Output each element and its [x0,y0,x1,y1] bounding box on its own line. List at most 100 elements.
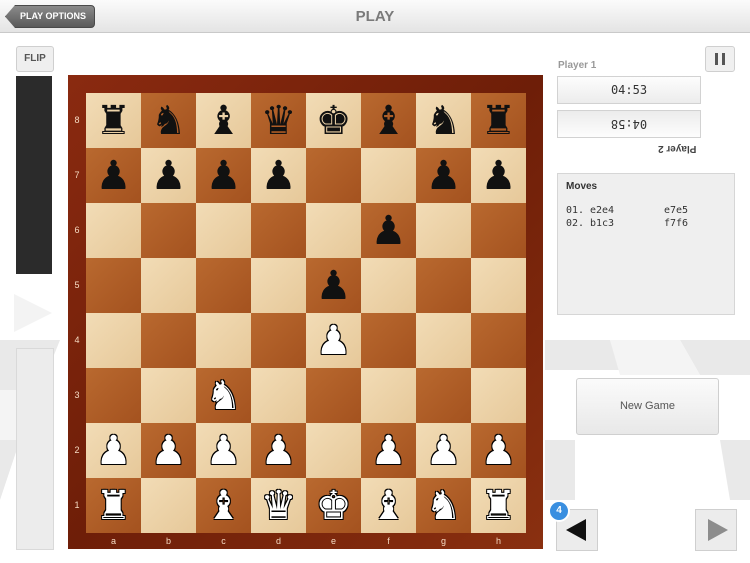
square-b6[interactable] [141,203,196,258]
square-b2[interactable]: ♟ [141,423,196,478]
white-pawn-icon[interactable]: ♟ [96,431,132,471]
black-bishop-icon[interactable]: ♝ [371,101,407,141]
black-pawn-icon[interactable]: ♟ [261,156,297,196]
square-f2[interactable]: ♟ [361,423,416,478]
square-c8[interactable]: ♝ [196,93,251,148]
square-a2[interactable]: ♟ [86,423,141,478]
white-bishop-icon[interactable]: ♝ [206,486,242,526]
square-d6[interactable] [251,203,306,258]
white-knight-icon[interactable]: ♞ [206,376,242,416]
black-queen-icon[interactable]: ♛ [261,101,297,141]
white-bishop-icon[interactable]: ♝ [371,486,407,526]
square-b8[interactable]: ♞ [141,93,196,148]
square-h2[interactable]: ♟ [471,423,526,478]
white-pawn-icon[interactable]: ♟ [371,431,407,471]
white-pawn-icon[interactable]: ♟ [316,321,352,361]
square-e1[interactable]: ♚ [306,478,361,533]
square-h5[interactable] [471,258,526,313]
square-e4[interactable]: ♟ [306,313,361,368]
white-pawn-icon[interactable]: ♟ [151,431,187,471]
black-pawn-icon[interactable]: ♟ [371,211,407,251]
square-a8[interactable]: ♜ [86,93,141,148]
square-g2[interactable]: ♟ [416,423,471,478]
square-d5[interactable] [251,258,306,313]
square-h7[interactable]: ♟ [471,148,526,203]
square-f1[interactable]: ♝ [361,478,416,533]
black-rook-icon[interactable]: ♜ [481,101,517,141]
square-a6[interactable] [86,203,141,258]
square-e7[interactable] [306,148,361,203]
black-knight-icon[interactable]: ♞ [151,101,187,141]
square-f6[interactable]: ♟ [361,203,416,258]
square-c1[interactable]: ♝ [196,478,251,533]
square-d8[interactable]: ♛ [251,93,306,148]
square-b1[interactable] [141,478,196,533]
square-g7[interactable]: ♟ [416,148,471,203]
black-king-icon[interactable]: ♚ [316,101,352,141]
square-g6[interactable] [416,203,471,258]
square-d4[interactable] [251,313,306,368]
square-d1[interactable]: ♛ [251,478,306,533]
square-b4[interactable] [141,313,196,368]
black-rook-icon[interactable]: ♜ [96,101,132,141]
square-a5[interactable] [86,258,141,313]
square-c2[interactable]: ♟ [196,423,251,478]
square-f5[interactable] [361,258,416,313]
white-queen-icon[interactable]: ♛ [261,486,297,526]
black-pawn-icon[interactable]: ♟ [316,266,352,306]
square-c3[interactable]: ♞ [196,368,251,423]
square-g5[interactable] [416,258,471,313]
square-b7[interactable]: ♟ [141,148,196,203]
square-d3[interactable] [251,368,306,423]
square-f8[interactable]: ♝ [361,93,416,148]
white-pawn-icon[interactable]: ♟ [261,431,297,471]
black-pawn-icon[interactable]: ♟ [481,156,517,196]
white-pawn-icon[interactable]: ♟ [426,431,462,471]
square-f3[interactable] [361,368,416,423]
white-rook-icon[interactable]: ♜ [481,486,517,526]
square-g3[interactable] [416,368,471,423]
chess-board[interactable]: ♜ ♞ ♝ ♛ ♚ ♝ ♞ ♜ ♟ ♟ ♟ ♟ ♟ ♟ ♟ ♟ ♟ ♞ ♟ ♟ ♟ ♟ ♟ ♟ ♟ ♜ ♝ ♛ ♚ ♝ ♞ ♜ [86,93,526,533]
square-a1[interactable]: ♜ [86,478,141,533]
white-pawn-icon[interactable]: ♟ [206,431,242,471]
square-g1[interactable]: ♞ [416,478,471,533]
white-rook-icon[interactable]: ♜ [96,486,132,526]
square-d7[interactable]: ♟ [251,148,306,203]
square-e6[interactable] [306,203,361,258]
flip-board-button[interactable]: FLIP [16,46,54,72]
square-g4[interactable] [416,313,471,368]
square-d2[interactable]: ♟ [251,423,306,478]
black-knight-icon[interactable]: ♞ [426,101,462,141]
square-f4[interactable] [361,313,416,368]
black-bishop-icon[interactable]: ♝ [206,101,242,141]
black-pawn-icon[interactable]: ♟ [151,156,187,196]
square-b5[interactable] [141,258,196,313]
square-e8[interactable]: ♚ [306,93,361,148]
square-c7[interactable]: ♟ [196,148,251,203]
square-b3[interactable] [141,368,196,423]
square-f7[interactable] [361,148,416,203]
square-a7[interactable]: ♟ [86,148,141,203]
square-g8[interactable]: ♞ [416,93,471,148]
white-king-icon[interactable]: ♚ [316,486,352,526]
square-h3[interactable] [471,368,526,423]
white-knight-icon[interactable]: ♞ [426,486,462,526]
square-h4[interactable] [471,313,526,368]
square-e2[interactable] [306,423,361,478]
square-a3[interactable] [86,368,141,423]
next-move-button[interactable] [695,509,737,551]
square-h8[interactable]: ♜ [471,93,526,148]
square-e3[interactable] [306,368,361,423]
square-c6[interactable] [196,203,251,258]
square-a4[interactable] [86,313,141,368]
pause-button[interactable] [705,46,735,72]
square-c5[interactable] [196,258,251,313]
square-h1[interactable]: ♜ [471,478,526,533]
black-pawn-icon[interactable]: ♟ [426,156,462,196]
black-pawn-icon[interactable]: ♟ [206,156,242,196]
new-game-button[interactable]: New Game [576,378,719,435]
white-pawn-icon[interactable]: ♟ [481,431,517,471]
square-e5[interactable]: ♟ [306,258,361,313]
square-h6[interactable] [471,203,526,258]
square-c4[interactable] [196,313,251,368]
